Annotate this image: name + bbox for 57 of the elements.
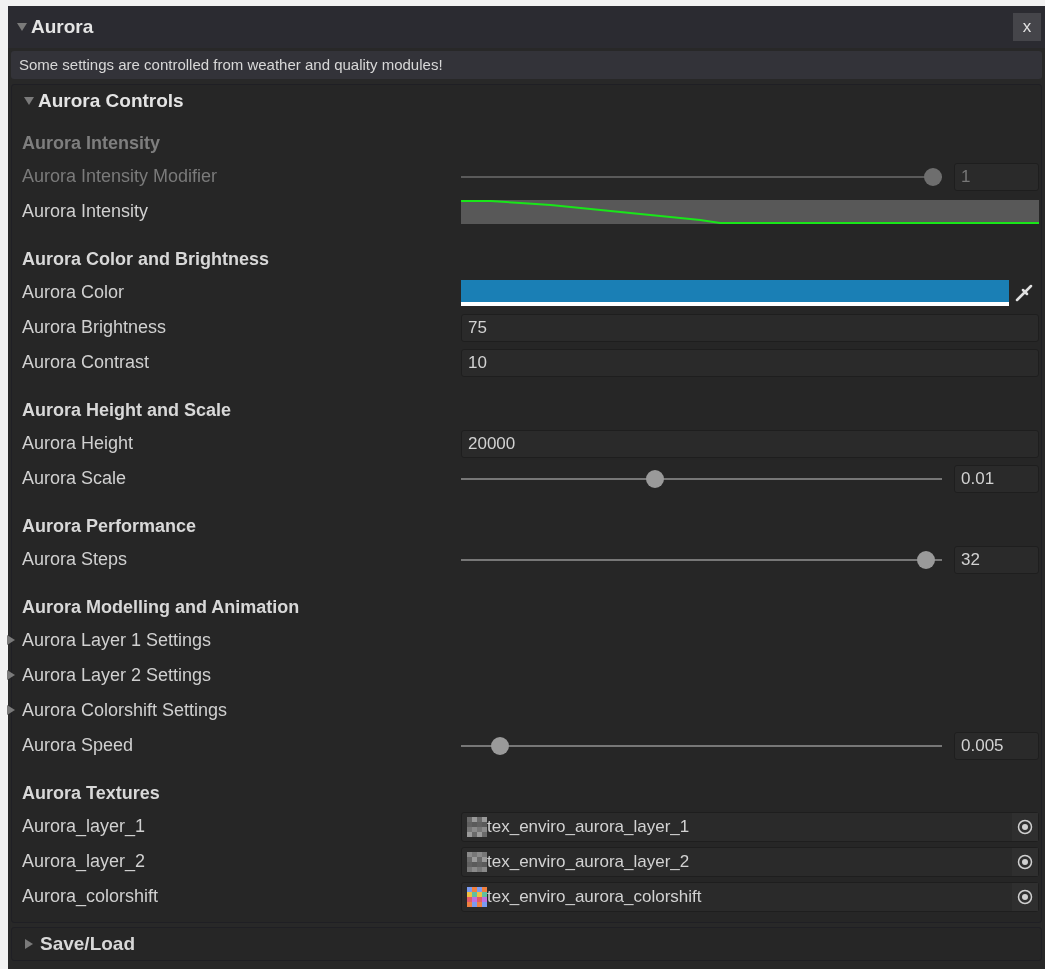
field-label: Aurora Scale [21,467,128,490]
field-label: Aurora Intensity [21,200,150,223]
number-field[interactable]: 32 [954,545,1039,574]
texture-name: tex_enviro_aurora_colorshift [487,885,703,908]
slider[interactable] [461,736,942,755]
texture-name: tex_enviro_aurora_layer_1 [487,815,691,838]
panel-header[interactable]: Aurora x [8,6,1045,48]
number-field[interactable]: 20000 [461,429,1039,458]
section-heading: Aurora Intensity [21,132,162,155]
field-label: Aurora Speed [21,734,135,757]
color-swatch[interactable] [461,279,1009,306]
close-button[interactable]: x [1013,13,1041,41]
field-label: Aurora Brightness [21,316,168,339]
foldout-header[interactable]: Save/Load [11,927,1042,961]
object-picker-button[interactable] [1012,847,1038,876]
object-picker-button[interactable] [1012,812,1038,841]
foldout-label[interactable]: Aurora Layer 1 Settings [12,627,461,654]
section-heading: Aurora Color and Brightness [21,248,271,271]
slider[interactable] [461,550,942,569]
section-heading: Aurora Height and Scale [21,399,233,422]
target-icon [1017,853,1033,870]
field-label: Aurora_layer_1 [21,815,147,839]
foldout-triangle-icon[interactable] [6,635,16,645]
field-label: Aurora Color [21,281,126,304]
texture-name: tex_enviro_aurora_layer_2 [487,850,691,873]
object-field[interactable]: tex_enviro_aurora_colorshift [461,881,1039,912]
field-label: Aurora Intensity Modifier [21,165,219,188]
number-field[interactable]: 0.01 [954,464,1039,493]
foldout-label[interactable]: Aurora Layer 2 Settings [12,662,461,689]
foldout-title: Save/Load [40,931,136,956]
number-field[interactable]: 10 [461,348,1039,377]
field-label: Aurora Steps [21,548,129,571]
slider[interactable] [461,167,942,186]
section-heading: Aurora Modelling and Animation [21,596,301,619]
field-label: Aurora Height [21,432,135,455]
foldout-triangle-icon[interactable] [6,705,16,715]
object-picker-button[interactable] [1012,882,1038,911]
number-field[interactable]: 75 [461,313,1039,342]
foldout-title: Aurora Controls [38,88,184,113]
field-label: Aurora_colorshift [21,885,160,909]
info-message: Some settings are controlled from weather and quality modules! [11,51,1042,79]
panel-title: Aurora [31,14,95,39]
field-label: Aurora_layer_2 [21,850,147,874]
foldout-triangle-icon[interactable] [6,670,16,680]
eyedropper-icon[interactable] [1014,282,1034,303]
number-field[interactable]: 0.005 [954,731,1039,760]
field-label: Aurora Contrast [21,351,151,374]
target-icon [1017,888,1033,905]
object-field[interactable]: tex_enviro_aurora_layer_2 [461,846,1039,877]
foldout-label[interactable]: Aurora Colorshift Settings [12,697,461,724]
object-field[interactable]: tex_enviro_aurora_layer_1 [461,811,1039,842]
foldout-header[interactable]: Aurora Controls [12,85,1041,117]
section-heading: Aurora Performance [21,515,198,538]
target-icon [1017,818,1033,835]
slider[interactable] [461,469,942,488]
section-heading: Aurora Textures [21,782,161,805]
curve-field[interactable] [461,197,1039,226]
